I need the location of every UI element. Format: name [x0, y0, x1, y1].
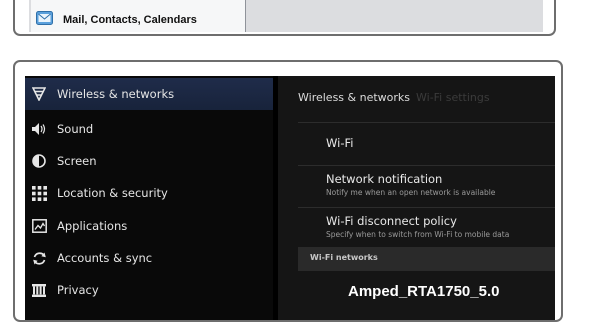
settings-sidebar: Wireless & networks Sound Screen Locatio… — [25, 76, 273, 320]
applications-icon — [31, 218, 47, 234]
divider — [298, 122, 555, 123]
sidebar-item-label: Applications — [57, 219, 128, 233]
wifi-title: Wi-Fi — [326, 136, 354, 150]
network-notification-title: Network notification — [326, 172, 443, 186]
sidebar-item-applications[interactable]: Applications — [25, 210, 273, 242]
sidebar-item-label: Sound — [57, 122, 94, 136]
disconnect-policy-title: Wi-Fi disconnect policy — [326, 214, 457, 228]
account-settings-panel: Mail, Contacts, Calendars — [13, 0, 556, 36]
wifi-icon — [31, 86, 47, 102]
sidebar-item-screen[interactable]: Screen — [25, 145, 273, 177]
network-name[interactable]: Amped_RTA1750_5.0 — [348, 283, 499, 300]
sidebar-item-label: Privacy — [57, 283, 99, 297]
network-notification-summary: Notify me when an open network is availa… — [326, 188, 496, 197]
android-settings-panel: Wireless & networks Sound Screen Locatio… — [13, 60, 563, 322]
divider — [298, 207, 555, 208]
breadcrumb-current: Wireless & networks — [298, 91, 410, 104]
brightness-icon — [31, 153, 47, 169]
sidebar-item-location-security[interactable]: Location & security — [25, 177, 273, 209]
mail-contacts-calendars-row[interactable]: Mail, Contacts, Calendars — [31, 0, 246, 32]
sidebar-item-label: Screen — [57, 154, 97, 168]
account-settings-list: Mail, Contacts, Calendars — [29, 0, 543, 32]
sidebar-item-privacy[interactable]: Privacy — [25, 274, 273, 306]
wifi-networks-section-header: Wi-Fi networks — [298, 247, 555, 271]
sidebar-item-wireless-networks[interactable]: Wireless & networks — [25, 78, 273, 110]
privacy-icon — [31, 282, 47, 298]
disconnect-policy-summary: Specify when to switch from Wi-Fi to mob… — [326, 230, 510, 239]
settings-content: Wireless & networks Wi-Fi settings Wi-Fi … — [278, 76, 555, 320]
sidebar-item-label: Accounts & sync — [57, 251, 153, 265]
mail-icon — [36, 11, 53, 25]
breadcrumb: Wireless & networks Wi-Fi settings — [298, 91, 490, 104]
divider — [298, 165, 555, 166]
sync-icon — [31, 250, 47, 266]
sidebar-item-label: Location & security — [57, 186, 168, 200]
sidebar-item-accounts-sync[interactable]: Accounts & sync — [25, 242, 273, 274]
location-grid-icon — [31, 185, 47, 201]
mail-contacts-calendars-label: Mail, Contacts, Calendars — [63, 14, 197, 26]
sidebar-item-sound[interactable]: Sound — [25, 113, 273, 145]
speaker-icon — [31, 121, 47, 137]
settings-screen: Wireless & networks Sound Screen Locatio… — [25, 76, 555, 320]
section-header-label: Wi-Fi networks — [310, 253, 378, 262]
sidebar-item-label: Wireless & networks — [57, 87, 175, 101]
breadcrumb-next[interactable]: Wi-Fi settings — [416, 91, 490, 104]
